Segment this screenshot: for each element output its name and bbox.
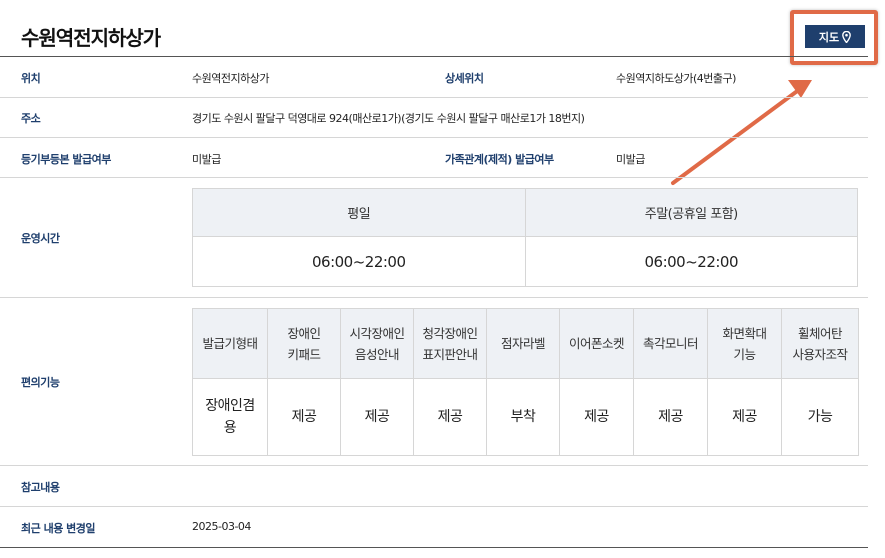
detail-location-label: 상세위치 [445,72,484,85]
facilities-value-line: 제공 [658,409,683,425]
facilities-value-2: 제공 [340,378,414,456]
facilities-header-3: 청각장애인표지판안내 [413,308,487,379]
facilities-header-line: 이어폰소켓 [568,336,625,351]
registry-label: 등기부등본 발급여부 [21,153,111,166]
facilities-value-3: 제공 [413,378,487,456]
notes-label: 참고내용 [21,481,60,494]
facilities-header-line: 청각장애인 [422,325,478,341]
hours-value-weekday: 06:00~22:00 [192,236,526,287]
row-divider [0,297,868,298]
table-top-rule [0,56,868,57]
facilities-value-line: 제공 [732,409,757,425]
facilities-value-1: 제공 [267,378,341,456]
hours-header-weekend: 주말(공휴일 포함) [524,188,858,237]
location-pin-icon [842,30,851,43]
facilities-header-line: 표지판안내 [422,346,478,362]
facilities-header-6: 촉각모니터 [633,308,708,379]
hours-value-weekend: 06:00~22:00 [524,236,858,287]
facilities-value-5: 제공 [559,378,634,456]
facilities-header-line: 점자라벨 [500,336,546,351]
facilities-value-line: 장애인겸 [205,398,255,414]
facilities-table: 발급기형태 장애인 키패드 시각장애인 음성안내 청각장애인 표지판안내 점자라벨 이어폰소켓 촉… [192,308,859,456]
row-divider [0,465,868,466]
facilities-value-line: 제공 [291,409,317,425]
address-value: 경기도 수원시 팔달구 덕영대로 924(매산로1가)(경기도 수원시 팔달구 … [192,112,585,125]
facilities-value-line: 부착 [510,409,536,425]
facilities-header-7: 화면확대기능 [707,308,782,379]
facilities-header-2: 시각장애인음성안내 [340,308,414,379]
facilities-header-0: 발급기형태 [192,308,268,379]
map-button[interactable]: 지도 [805,25,865,48]
facilities-header-1: 장애인키패드 [267,308,341,379]
family-registry-label: 가족관계(제적) 발급여부 [445,153,554,166]
facilities-header-line: 촉각모니터 [642,336,699,351]
hours-label: 운영시간 [21,232,60,245]
page-title: 수원역전지하상가 [21,26,161,50]
row-divider [0,506,868,507]
facilities-value-line: 제공 [437,409,463,425]
facilities-label: 편의기능 [21,376,60,389]
facilities-header-line: 발급기형태 [202,336,258,351]
facilities-value-8: 가능 [781,378,859,456]
last-modified-value: 2025-03-04 [192,520,251,533]
facilities-header-line: 키패드 [287,346,321,362]
facilities-value-7: 제공 [707,378,782,456]
facilities-header-5: 이어폰소켓 [559,308,634,379]
table-bottom-rule [0,547,868,548]
facilities-value-0: 장애인겸용 [192,378,268,456]
facilities-header-line: 시각장애인 [349,325,405,341]
detail-location-value: 수원역지하도상가(4번출구) [616,72,736,85]
registry-value: 미발급 [192,153,221,166]
facilities-value-line: 제공 [584,409,609,425]
facilities-value-line: 제공 [364,409,390,425]
hours-table: 평일 주말(공휴일 포함) 06:00~22:00 06:00~22:00 [192,188,858,287]
facilities-header-line: 장애인 [287,325,321,341]
facilities-header-line: 휠체어탄 [797,325,843,341]
facilities-header-line: 사용자조작 [792,346,848,362]
facilities-header-line: 기능 [733,346,756,362]
location-label: 위치 [21,72,41,85]
map-button-label: 지도 [818,30,840,44]
family-registry-value: 미발급 [616,153,645,166]
facilities-header-line: 음성안내 [354,346,400,362]
facilities-header-line: 화면확대 [722,325,767,341]
facilities-value-line: 가능 [807,409,833,425]
hours-header-weekday: 평일 [192,188,526,237]
row-divider [0,137,868,138]
facilities-value-6: 제공 [633,378,708,456]
row-divider [0,177,868,178]
location-value: 수원역전지하상가 [192,72,269,85]
facilities-header-8: 휠체어탄사용자조작 [781,308,859,379]
facilities-value-4: 부착 [486,378,560,456]
last-modified-label: 최근 내용 변경일 [21,522,96,535]
facilities-value-line: 용 [223,420,237,436]
address-label: 주소 [21,112,41,125]
row-divider [0,97,868,98]
facilities-header-4: 점자라벨 [486,308,560,379]
